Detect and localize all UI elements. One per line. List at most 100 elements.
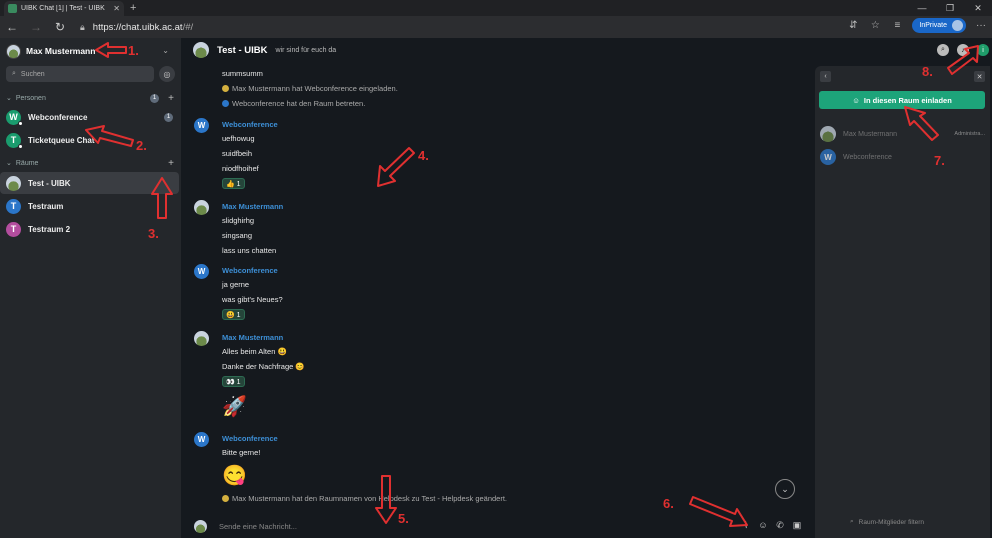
room-avatar[interactable] bbox=[193, 42, 209, 58]
message-text: niodfhoihef bbox=[222, 164, 259, 173]
invite-to-room-button[interactable]: ☺ In diesen Raum einladen bbox=[819, 91, 985, 109]
forward-button[interactable]: → bbox=[24, 16, 48, 38]
message-text: uefhowug bbox=[222, 134, 255, 143]
filter-placeholder: Raum-Mitglieder filtern bbox=[858, 518, 925, 526]
member-filter-input[interactable]: ⌕ Raum-Mitglieder filtern bbox=[850, 518, 924, 526]
collections-icon[interactable]: ≡ bbox=[890, 20, 904, 31]
user-name: Max Mustermann bbox=[26, 46, 96, 56]
invite-label: In diesen Raum einladen bbox=[863, 95, 952, 105]
sidebar-item-ticketqueue-chat[interactable]: T Ticketqueue Chat bbox=[0, 129, 179, 151]
reader-icon[interactable]: ⇵ bbox=[846, 20, 860, 31]
sidebar-item-testraum-2[interactable]: T Testraum 2 bbox=[0, 218, 179, 240]
status-avatar-icon bbox=[222, 100, 229, 107]
status-text: Max Mustermann hat den Raumnamen von Hel… bbox=[232, 494, 508, 503]
message-text: suidfbeih bbox=[222, 149, 253, 158]
inprivate-label: InPrivate bbox=[919, 22, 947, 29]
add-person-button[interactable]: + bbox=[168, 93, 174, 104]
rooms-section-header[interactable]: ⌄ Räume + bbox=[6, 157, 176, 169]
inprivate-badge[interactable]: InPrivate bbox=[912, 18, 966, 33]
chevron-down-icon: ⌄ bbox=[6, 160, 12, 167]
close-window-button[interactable]: ✕ bbox=[964, 0, 992, 16]
room-name[interactable]: Test - UIBK bbox=[217, 45, 268, 56]
member-role: Administra... bbox=[954, 131, 985, 137]
room-topic: wir sind für euch da bbox=[275, 46, 337, 54]
sender-avatar[interactable] bbox=[194, 200, 209, 215]
search-input[interactable]: ⌕ Suchen bbox=[6, 66, 154, 82]
sender-avatar[interactable]: W bbox=[194, 118, 209, 133]
sidebar-item-test-uibk[interactable]: Test - UIBK bbox=[0, 172, 179, 194]
browser-menu-icon[interactable]: ··· bbox=[974, 20, 988, 31]
add-user-icon: ☺ bbox=[852, 95, 860, 105]
status-text: Max Mustermann hat Webconference eingela… bbox=[232, 84, 398, 93]
minimize-button[interactable]: — bbox=[908, 0, 936, 16]
explore-rooms-button[interactable]: ◎ bbox=[159, 66, 175, 82]
room-avatar bbox=[6, 175, 21, 191]
bell-icon[interactable]: ♪ bbox=[957, 44, 969, 56]
message-text: was gibt's Neues? bbox=[222, 295, 283, 304]
people-unread-count: 1 bbox=[150, 93, 159, 103]
close-panel-button[interactable]: ✕ bbox=[974, 71, 985, 82]
chevron-down-icon: ⌄ bbox=[6, 95, 12, 102]
sender-name[interactable]: Webconference bbox=[222, 434, 278, 443]
reaction-chip[interactable]: 👀 1 bbox=[222, 376, 245, 387]
search-placeholder: Suchen bbox=[20, 70, 45, 78]
tab-close-icon[interactable]: ✕ bbox=[113, 4, 120, 13]
avatar-initial: W bbox=[9, 112, 18, 122]
sidebar-item-testraum[interactable]: T Testraum bbox=[0, 195, 179, 217]
sidebar-item-label: Test - UIBK bbox=[28, 178, 71, 188]
room-header-actions: ⌕ ♪ i bbox=[937, 44, 989, 56]
reload-button[interactable]: ↻ bbox=[48, 16, 72, 38]
restore-button[interactable]: ❐ bbox=[936, 0, 964, 16]
tab-title: UIBK Chat [1] | Test - UIBK bbox=[21, 5, 105, 12]
reaction-chip[interactable]: 👍 1 bbox=[222, 178, 245, 189]
avatar: T bbox=[6, 132, 23, 149]
member-list-item[interactable]: Max Mustermann Administra... bbox=[820, 125, 985, 143]
status-avatar-icon bbox=[222, 495, 229, 502]
user-avatar bbox=[6, 43, 21, 59]
lock-icon: 🔒︎ bbox=[80, 21, 85, 32]
back-button[interactable]: ‹ bbox=[820, 71, 831, 82]
message-text: singsang bbox=[222, 231, 253, 240]
attachment-icon[interactable]: ⌇ bbox=[740, 519, 752, 531]
reaction-chip[interactable]: 😃 1 bbox=[222, 309, 245, 320]
chevron-down-icon[interactable]: ⌄ bbox=[162, 46, 169, 55]
browser-tab[interactable]: UIBK Chat [1] | Test - UIBK ✕ bbox=[4, 1, 124, 16]
member-name: Max Mustermann bbox=[843, 130, 898, 138]
video-call-icon[interactable]: ▣ bbox=[791, 519, 803, 531]
voice-call-icon[interactable]: ✆ bbox=[774, 519, 786, 531]
composer-avatar bbox=[194, 519, 207, 533]
add-room-button[interactable]: + bbox=[168, 158, 174, 169]
message-input[interactable] bbox=[219, 521, 669, 531]
new-tab-button[interactable]: + bbox=[130, 2, 136, 14]
chevron-down-icon: ⌄ bbox=[781, 483, 789, 494]
sidebar-item-webconference[interactable]: W Webconference 1 bbox=[0, 106, 179, 128]
window-controls: — ❐ ✕ bbox=[908, 0, 992, 16]
back-button[interactable]: ← bbox=[0, 16, 24, 38]
jump-to-bottom-button[interactable]: ⌄ bbox=[775, 479, 795, 499]
url-field[interactable]: 🔒︎ https://chat.uibk.ac.at/#/ bbox=[80, 18, 888, 36]
sender-name[interactable]: Webconference bbox=[222, 266, 278, 275]
favorite-star-icon[interactable]: ☆ bbox=[868, 20, 882, 31]
sender-avatar[interactable]: W bbox=[194, 264, 209, 279]
composer-actions: ⌇ ☺ ✆ ▣ bbox=[740, 519, 803, 531]
people-section-header[interactable]: ⌄ Personen 1 + bbox=[6, 92, 176, 104]
chat-main: Test - UIBK wir sind für euch da ⌕ ♪ i s… bbox=[181, 38, 989, 538]
avatar bbox=[820, 126, 836, 142]
status-text: Webconference hat den Raum betreten. bbox=[232, 99, 366, 108]
user-menu[interactable]: Max Mustermann ⌄ bbox=[0, 38, 181, 64]
browser-toolbar-right: ⇵ ☆ ≡ InPrivate ··· bbox=[846, 18, 988, 33]
member-list-item[interactable]: W Webconference bbox=[820, 148, 985, 166]
avatar-initial: T bbox=[10, 224, 17, 234]
search-icon[interactable]: ⌕ bbox=[937, 44, 949, 56]
sender-name[interactable]: Webconference bbox=[222, 120, 278, 129]
sender-name[interactable]: Max Mustermann bbox=[222, 202, 283, 211]
sender-avatar[interactable]: W bbox=[194, 432, 209, 447]
sidebar-item-label: Webconference bbox=[28, 112, 88, 122]
sender-name[interactable]: Max Mustermann bbox=[222, 333, 283, 342]
status-avatar-icon bbox=[222, 85, 229, 92]
sidebar-item-label: Ticketqueue Chat bbox=[28, 135, 95, 145]
big-emoji-message: 🚀 bbox=[222, 396, 247, 418]
room-info-icon[interactable]: i bbox=[977, 44, 989, 56]
sender-avatar[interactable] bbox=[194, 331, 209, 346]
emoji-icon[interactable]: ☺ bbox=[757, 519, 769, 531]
